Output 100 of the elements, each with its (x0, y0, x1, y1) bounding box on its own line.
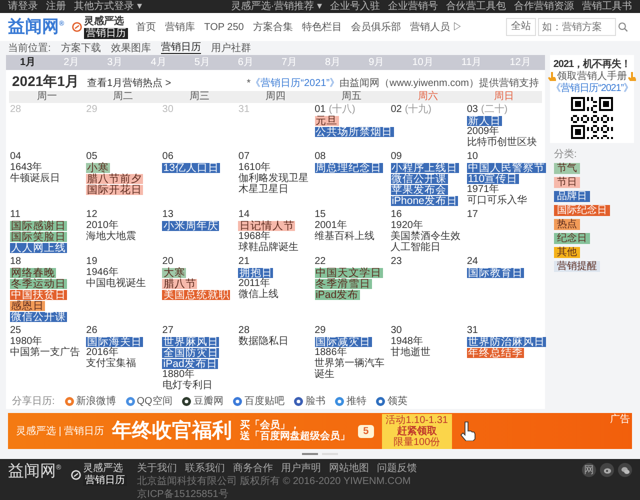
footer-link[interactable]: 用户声明 (281, 463, 322, 474)
section-tab[interactable]: 效果图库 (110, 42, 151, 54)
event-tag[interactable]: 微信公开课 (390, 174, 448, 184)
social-button[interactable] (600, 463, 614, 478)
event-text: 1643年 (10, 163, 42, 174)
event-tag[interactable]: 网络春晚 (10, 268, 56, 278)
share-link[interactable]: 新浪微博 (76, 396, 116, 408)
nav-link[interactable]: TOP 250 (204, 22, 244, 32)
event-tag[interactable]: 微信公开课 (10, 312, 67, 322)
event-text: 牛顿诞辰日 (10, 174, 60, 184)
event-tag[interactable]: 国际教育日 (466, 268, 524, 278)
event-tag[interactable]: 苹果发布会 (390, 185, 448, 196)
scope-select[interactable]: 全站 (506, 18, 536, 36)
event-tag[interactable]: 拥抱日 (238, 268, 274, 278)
social-button[interactable]: 网 (582, 463, 596, 478)
event-tag[interactable]: 世界防治麻风日 (466, 337, 546, 348)
event-text: 中国第一支广告 (10, 348, 80, 358)
event-tag[interactable]: 腊八节前夕 (86, 174, 144, 184)
category-chip: 热点 (554, 219, 580, 230)
top-link[interactable]: 合伙营工具包 (446, 1, 506, 12)
event-tag[interactable]: 国际感谢日 (10, 221, 67, 232)
event-text: 可口可乐入华 (466, 196, 527, 206)
share-link[interactable]: 脸书 (305, 396, 326, 408)
top-link[interactable]: 企业号入驻 (330, 1, 380, 12)
share-link[interactable]: 推特 (346, 396, 366, 408)
event-tag[interactable]: 全国防灾日 (162, 348, 220, 358)
event-tag[interactable]: 冬季滑雪日 (314, 279, 372, 290)
hand-icon (628, 72, 636, 81)
weekday-header: 周三 (161, 91, 238, 104)
nav-link[interactable]: 营销库 (165, 22, 196, 32)
nav-link[interactable]: 方案合集 (252, 22, 293, 32)
event-text: 1968年 (238, 232, 271, 242)
top-link[interactable]: 合作营销资源 (514, 1, 574, 12)
carousel-indicator[interactable] (302, 453, 318, 456)
brand-badge: 营销日历 (83, 475, 128, 486)
event-tag[interactable]: iPad发布日 (162, 359, 218, 370)
footer-link[interactable]: 联系我们 (185, 463, 226, 474)
share-link[interactable]: 领英 (387, 396, 408, 408)
top-link[interactable]: 营销工具书 (582, 1, 632, 12)
event-tag[interactable]: 国际笑脸日 (10, 232, 67, 242)
event-tag[interactable]: 中国扶贫日 (10, 290, 67, 300)
hot-topics-link[interactable]: 查看1月营销热点 > (86, 78, 172, 89)
offer-text: 买「会员」， (240, 420, 300, 432)
section-tab[interactable]: 用户社群 (210, 42, 251, 54)
footer-link[interactable]: 网站地图 (329, 463, 370, 474)
event-tag[interactable]: iPhone发布日 (390, 196, 458, 206)
section-tab[interactable]: 方案下载 (60, 42, 101, 54)
top-link[interactable]: 企业营销号 (388, 1, 438, 12)
date-number: 13 (162, 209, 174, 220)
event-tag[interactable]: 国际开花日 (86, 185, 144, 196)
month-tab[interactable]: 1月 (20, 57, 36, 68)
event-tag[interactable]: 13亿人口日 (162, 163, 220, 174)
event-tag[interactable]: 感恩日 (10, 301, 45, 312)
section-tab[interactable]: 营销日历 (160, 42, 201, 54)
note-link[interactable]: 《营销日历“2021”》 (250, 78, 340, 89)
event-tag[interactable]: 腊八节 (162, 279, 198, 290)
share-icon (182, 397, 192, 406)
nav-link[interactable]: 营销人员 ▷ (410, 22, 463, 32)
event-tag[interactable]: 大寒 (162, 268, 186, 278)
top-link[interactable]: 其他方式登录 ▾ (74, 1, 142, 12)
top-link[interactable]: 灵感严选·营销推荐 ▾ (230, 1, 322, 12)
category-chip: 纪念日 (554, 233, 590, 244)
event-tag[interactable]: 元旦 (314, 116, 339, 126)
weekday-header: 周日 (466, 91, 542, 104)
top-link[interactable]: 请登录 (8, 1, 38, 12)
event-tag[interactable]: 人人网上线 (10, 243, 67, 254)
top-link[interactable]: 注册 (46, 1, 66, 12)
event-tag[interactable]: 中国人民警察节 (466, 163, 546, 174)
footer-link[interactable]: 问题反馈 (377, 463, 418, 474)
event-tag[interactable]: 日记情人节 (238, 221, 296, 232)
event-tag[interactable]: 110宣传日 (466, 174, 519, 184)
event-tag[interactable]: 美国总统就职 (162, 290, 230, 300)
share-link[interactable]: 豆瓣网 (193, 396, 224, 408)
event-tag[interactable]: 小程序上线日 (390, 163, 459, 174)
footer-link[interactable]: 关于我们 (137, 463, 178, 474)
nav-link[interactable]: 首页 (136, 22, 156, 32)
share-link[interactable]: QQ空间 (136, 396, 172, 408)
nav-link[interactable]: 会员俱乐部 (350, 22, 401, 32)
promo-link[interactable]: 《营销日历“2021”》 (551, 83, 633, 94)
event-tag[interactable]: 国际海关日 (86, 337, 144, 348)
date-number: 31 (466, 325, 478, 336)
event-tag[interactable]: 国际减灾日 (314, 337, 372, 348)
social-button[interactable] (618, 463, 632, 478)
event-tag[interactable]: 冬季运动日 (10, 279, 67, 290)
event-tag[interactable]: 小寒 (86, 163, 110, 174)
nav-link[interactable]: 特色栏目 (302, 22, 342, 32)
footer-link[interactable]: 商务合作 (233, 463, 274, 474)
event-tag[interactable]: 中国天文学日 (314, 268, 383, 278)
event-tag[interactable]: 新人日 (466, 116, 502, 126)
footer-logo[interactable]: 益闻网$^{®}$ (8, 463, 62, 481)
event-tag[interactable]: iPad发布 (314, 290, 360, 300)
date-number: 30 (162, 104, 174, 116)
event-tag[interactable]: 世界麻风日 (162, 337, 220, 348)
event-tag[interactable]: 小米周年庆 (162, 221, 220, 232)
legend-label: 分类: (554, 149, 577, 160)
search-field[interactable]: 如：营销方案 (538, 18, 616, 36)
event-text: 1886年 (314, 348, 347, 358)
share-link[interactable]: 百度贴吧 (244, 396, 284, 408)
site-logo[interactable]: 益闻网$^{®}$ (8, 18, 64, 36)
promo-text: 领取营销人手册 (557, 71, 627, 82)
